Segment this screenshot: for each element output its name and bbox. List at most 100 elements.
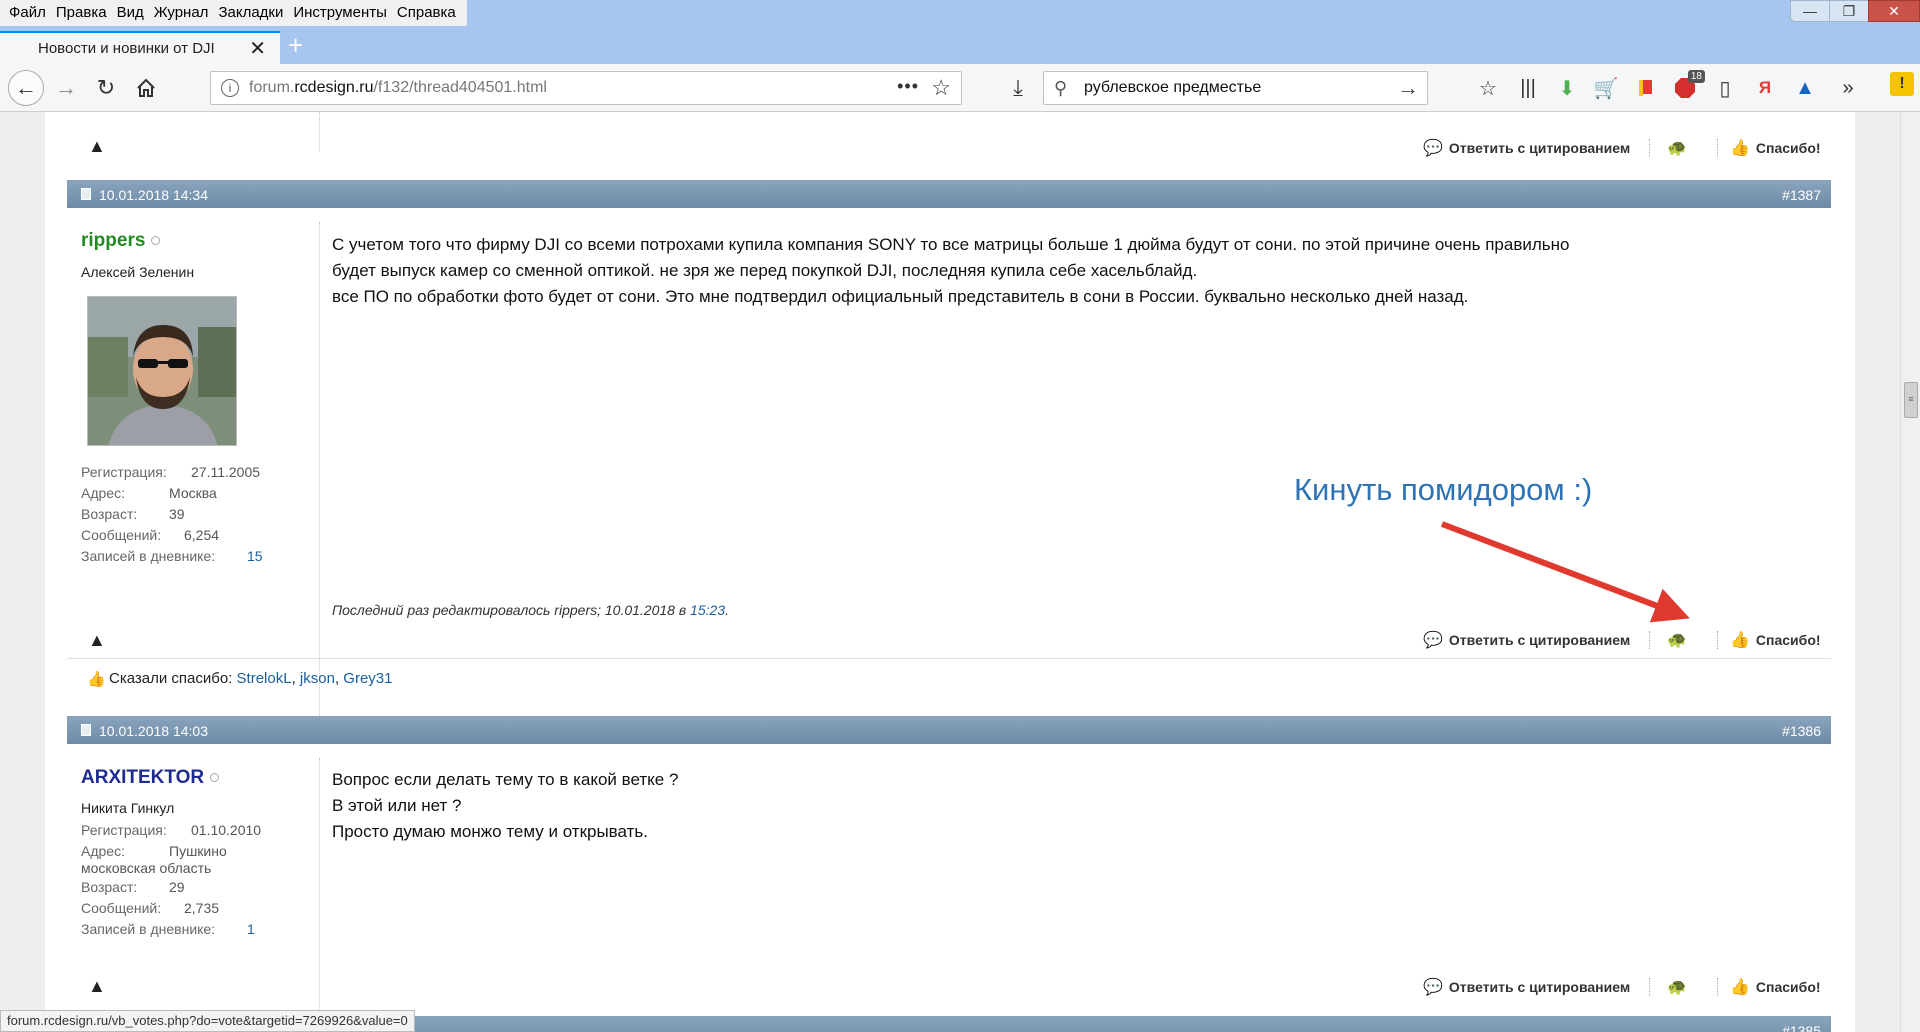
menu-edit[interactable]: Правка xyxy=(51,0,112,26)
edit-note-text: Последний раз редактировалось rippers; 1… xyxy=(332,602,691,618)
cart-icon[interactable]: 🛒 xyxy=(1592,74,1620,102)
menu-tools[interactable]: Инструменты xyxy=(288,0,392,26)
url-text[interactable]: forum.rcdesign.ru/f132/thread404501.html xyxy=(249,79,547,97)
home-icon xyxy=(137,78,155,97)
search-go-icon[interactable]: → xyxy=(1397,75,1419,101)
menu-view[interactable]: Вид xyxy=(112,0,149,26)
menu-history[interactable]: Журнал xyxy=(149,0,214,26)
menu-help[interactable]: Справка xyxy=(392,0,461,26)
tab-close-icon[interactable]: ✕ xyxy=(249,36,266,61)
separator xyxy=(1649,139,1651,157)
downloads-button[interactable]: ⤓ xyxy=(1002,72,1034,104)
annotation-label: Кинуть помидором :) xyxy=(1294,472,1593,507)
info-value: 01.10.2010 xyxy=(191,822,262,838)
report-warning-icon[interactable]: ▲ xyxy=(88,630,106,651)
tomato-button[interactable]: 🐢 xyxy=(1667,138,1693,158)
info-row: Регистрация: 27.11.2005 xyxy=(81,462,263,483)
overflow-chevron-icon[interactable]: » xyxy=(1834,74,1862,102)
thanks-user-link[interactable]: jkson xyxy=(300,670,335,687)
reply-quote-label: Ответить с цитированием xyxy=(1448,979,1631,995)
edit-note-end: . xyxy=(725,602,729,618)
home-button[interactable] xyxy=(130,72,162,104)
arrow-right-icon: → xyxy=(55,75,77,100)
bookmark-star-add-icon[interactable]: ☆ xyxy=(1474,74,1502,102)
offline-status-icon xyxy=(151,236,161,246)
download-helper-icon[interactable]: ⬇ xyxy=(1553,74,1581,102)
info-row: Записей в дневнике: 1 xyxy=(81,919,261,940)
back-button[interactable]: ← xyxy=(8,70,44,106)
diary-count-link[interactable]: 1 xyxy=(247,919,255,940)
adblock-badge: 18 xyxy=(1687,70,1705,83)
column-divider xyxy=(319,222,320,732)
reload-icon: ↻ xyxy=(96,75,116,100)
search-input[interactable]: рублевское предместье xyxy=(1084,79,1261,97)
window-close-button[interactable]: ✕ xyxy=(1868,0,1920,22)
maximize-button[interactable]: ❐ xyxy=(1829,0,1869,22)
post-number-link[interactable]: #1385 xyxy=(1782,1023,1821,1032)
edit-note-time: 15:23 xyxy=(690,602,726,618)
report-warning-icon[interactable]: ▲ xyxy=(88,136,106,157)
post-line: Вопрос если делать тему то в какой ветке… xyxy=(332,770,679,789)
search-bar[interactable]: ⚲ рублевское предместье → xyxy=(1043,71,1428,105)
reply-quote-label: Ответить с цитированием xyxy=(1448,140,1631,156)
sidebar-icon[interactable]: ▯ xyxy=(1711,74,1739,102)
forum-page: ▲ 💬 Ответить с цитированием 🐢 👍 Спасибо! 1… xyxy=(45,112,1855,1032)
yandex-icon[interactable]: Я xyxy=(1751,74,1779,102)
post-number-link[interactable]: #1387 xyxy=(1782,187,1821,203)
adblock-icon[interactable]: 18 xyxy=(1671,70,1705,102)
triangle-extension-icon[interactable]: ▲ xyxy=(1791,74,1819,102)
vertical-scrollbar[interactable]: ≡ xyxy=(1900,112,1920,1032)
info-label: Регистрация: xyxy=(81,464,167,480)
thanks-user-link[interactable]: Grey31 xyxy=(343,670,392,687)
url-bar[interactable]: i forum.rcdesign.ru/f132/thread404501.ht… xyxy=(210,71,962,105)
tomato-icon: 🐢 xyxy=(1667,140,1687,157)
info-value: Москва xyxy=(169,485,217,501)
column-divider xyxy=(319,758,320,1028)
reply-quote-button[interactable]: 💬 Ответить с цитированием xyxy=(1423,138,1630,158)
thanks-button[interactable]: 👍 Спасибо! xyxy=(1730,630,1821,650)
tab-active[interactable]: Новости и новинки от DJI ✕ xyxy=(0,31,280,64)
avatar[interactable] xyxy=(87,296,237,446)
status-bar: forum.rcdesign.ru/vb_votes.php?do=vote&t… xyxy=(0,1010,415,1032)
post-date: 10.01.2018 14:03 xyxy=(99,723,208,739)
info-label: Записей в дневнике: xyxy=(81,548,216,564)
library-icon[interactable]: ||| xyxy=(1514,74,1542,102)
thanks-button[interactable]: 👍 Спасибо! xyxy=(1730,138,1821,158)
menu-bar: Файл Правка Вид Журнал Закладки Инструме… xyxy=(0,0,1920,26)
post-number-link[interactable]: #1386 xyxy=(1782,723,1821,739)
nav-bar: ← → ↻ i forum.rcdesign.ru/f132/thread404… xyxy=(0,64,1920,112)
search-icon: ⚲ xyxy=(1054,78,1068,98)
scroll-thumb[interactable]: ≡ xyxy=(1904,382,1918,418)
menu-bookmarks[interactable]: Закладки xyxy=(213,0,288,26)
tab-bar: Новости и новинки от DJI ✕ + xyxy=(0,26,1920,64)
tab-title: Новости и новинки от DJI xyxy=(38,40,215,57)
flag-icon[interactable] xyxy=(1632,74,1660,102)
page-actions-button[interactable]: ••• xyxy=(897,76,919,97)
reply-quote-button[interactable]: 💬 Ответить с цитированием xyxy=(1423,977,1630,997)
site-info-icon[interactable]: i xyxy=(221,79,239,97)
red-flag-icon xyxy=(1639,80,1652,96)
tomato-icon: 🐢 xyxy=(1667,979,1687,996)
post-header: 10.01.2018 14:34 #1387 xyxy=(67,180,1831,208)
minimize-button[interactable]: — xyxy=(1790,0,1830,22)
menu-list: Файл Правка Вид Журнал Закладки Инструме… xyxy=(0,0,467,26)
post-line: будет выпуск камер со сменной оптикой. н… xyxy=(332,261,1198,280)
reload-button[interactable]: ↻ xyxy=(90,72,122,104)
bookmark-star-icon[interactable]: ☆ xyxy=(931,75,951,101)
thanks-label: Спасибо! xyxy=(1755,140,1821,156)
post-date: 10.01.2018 14:34 xyxy=(99,187,208,203)
username-link[interactable]: rippers xyxy=(81,230,161,252)
new-tab-button[interactable]: + xyxy=(288,32,303,58)
info-label: Сообщений: xyxy=(81,527,162,543)
thanks-label: Спасибо! xyxy=(1755,979,1821,995)
thanks-button[interactable]: 👍 Спасибо! xyxy=(1730,977,1821,997)
tomato-button[interactable]: 🐢 xyxy=(1667,977,1693,997)
report-warning-icon[interactable]: ▲ xyxy=(88,976,106,997)
username-link[interactable]: ARXITEKTOR xyxy=(81,767,220,789)
notification-icon[interactable]: ! xyxy=(1890,72,1914,96)
forward-button[interactable]: → xyxy=(50,72,82,104)
diary-count-link[interactable]: 15 xyxy=(247,546,263,567)
menu-file[interactable]: Файл xyxy=(4,0,51,26)
thumbs-up-icon: 👍 xyxy=(1730,140,1750,157)
thanks-user-link[interactable]: StrelokL xyxy=(237,670,292,687)
